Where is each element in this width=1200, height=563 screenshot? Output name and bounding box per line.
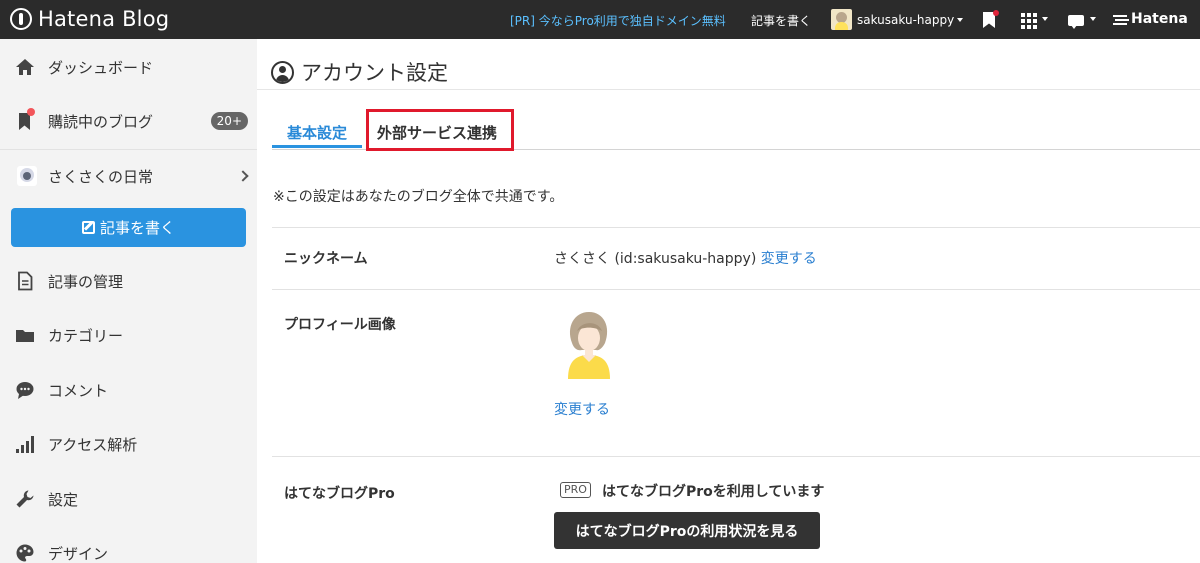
settings-notice: ※この設定はあなたのブログ全体で共通です。 <box>273 189 564 205</box>
write-button-label: 記事を書く <box>99 219 175 237</box>
avatar <box>831 9 852 30</box>
main-content: アカウント設定 基本設定 外部サービス連携 ※この設定はあなたのブログ全体で共通… <box>257 39 1200 563</box>
pro-status: はてなブログProを利用しています <box>602 484 825 500</box>
pro-button-label: はてなブログProの利用状況を見る <box>575 523 799 540</box>
active-tab-indicator <box>272 145 362 148</box>
pr-link[interactable]: [PR] 今ならPro利用で独自ドメイン無料 <box>510 12 726 29</box>
sidebar-item-label: 設定 <box>48 490 79 509</box>
hatena-blog-logo[interactable]: Hatena Blog <box>10 7 169 31</box>
pro-badge: PRO <box>560 482 591 498</box>
home-icon <box>15 57 35 77</box>
document-icon <box>15 271 35 291</box>
sidebar-item-label: カテゴリー <box>48 326 124 345</box>
divider <box>272 456 1200 457</box>
comment-icon <box>15 380 35 400</box>
sidebar-item-label: アクセス解析 <box>48 435 138 454</box>
sidebar-item-dashboard[interactable]: ダッシュボード <box>0 40 257 94</box>
header-write-link[interactable]: 記事を書く <box>751 12 811 29</box>
sidebar-item-blog[interactable]: さくさくの日常 <box>0 149 257 203</box>
bookmark-notification-icon[interactable] <box>983 10 999 30</box>
chevron-right-icon <box>237 170 249 182</box>
sidebar-item-comments[interactable]: コメント <box>0 363 257 417</box>
sidebar-item-categories[interactable]: カテゴリー <box>0 308 257 362</box>
change-nickname-link[interactable]: 変更する <box>761 251 817 267</box>
hatena-link[interactable]: Hatena <box>1113 11 1188 27</box>
sidebar-item-label: 購読中のブログ <box>48 112 154 131</box>
notification-dot <box>27 108 35 116</box>
view-pro-usage-button[interactable]: はてなブログProの利用状況を見る <box>554 512 820 549</box>
write-article-button[interactable]: 記事を書く <box>11 208 246 247</box>
nickname-label: ニックネーム <box>284 251 368 267</box>
logo-text: Hatena Blog <box>38 7 170 31</box>
folder-icon <box>15 325 35 345</box>
sidebar-item-articles[interactable]: 記事の管理 <box>0 254 257 308</box>
profile-image-label: プロフィール画像 <box>284 317 396 333</box>
count-badge: 20+ <box>210 112 248 130</box>
sidebar-item-label: さくさくの日常 <box>48 167 154 186</box>
divider <box>257 89 1200 90</box>
divider <box>272 289 1200 290</box>
hatena-blog-logo-icon <box>10 8 32 30</box>
sidebar-item-label: コメント <box>48 381 109 400</box>
divider <box>272 227 1200 228</box>
bar-chart-icon <box>15 434 35 454</box>
edit-icon <box>81 221 95 234</box>
wrench-icon <box>15 489 35 509</box>
sidebar-item-subscriptions[interactable]: 購読中のブログ 20+ <box>0 94 257 148</box>
user-menu[interactable]: sakusaku-happy <box>831 9 964 30</box>
sidebar-item-analytics[interactable]: アクセス解析 <box>0 417 257 471</box>
blog-avatar <box>17 166 37 186</box>
change-profile-image-link[interactable]: 変更する <box>554 399 610 419</box>
pro-label: はてなブログPro <box>284 486 395 502</box>
top-bar: Hatena Blog [PR] 今ならPro利用で独自ドメイン無料 記事を書く… <box>0 0 1200 39</box>
highlight-box <box>366 109 514 151</box>
user-name: sakusaku-happy <box>857 12 955 27</box>
caret-down-icon <box>957 17 964 22</box>
hatena-label: Hatena <box>1131 11 1188 27</box>
profile-image <box>562 309 614 379</box>
account-icon <box>271 60 294 84</box>
sidebar-item-label: デザイン <box>48 544 109 563</box>
sidebar: ダッシュボード 購読中のブログ 20+ さくさくの日常 記事を書く 記事の管理 … <box>0 39 257 563</box>
nickname-value: さくさく (id:sakusaku-happy) <box>554 251 757 267</box>
hatena-mark-icon <box>1113 13 1127 25</box>
sidebar-item-label: ダッシュボード <box>48 58 154 77</box>
sidebar-item-settings[interactable]: 設定 <box>0 472 257 526</box>
palette-icon <box>15 543 35 563</box>
sidebar-item-design[interactable]: デザイン <box>0 526 257 563</box>
page-title-text: アカウント設定 <box>301 61 448 85</box>
page-title: アカウント設定 <box>271 57 448 87</box>
tab-basic-settings[interactable]: 基本設定 <box>287 122 347 143</box>
comment-notification-icon[interactable] <box>1068 10 1098 30</box>
sidebar-item-label: 記事の管理 <box>48 272 124 291</box>
nickname-value-row: さくさく (id:sakusaku-happy) 変更する <box>554 248 817 268</box>
apps-menu-icon[interactable] <box>1021 10 1051 30</box>
